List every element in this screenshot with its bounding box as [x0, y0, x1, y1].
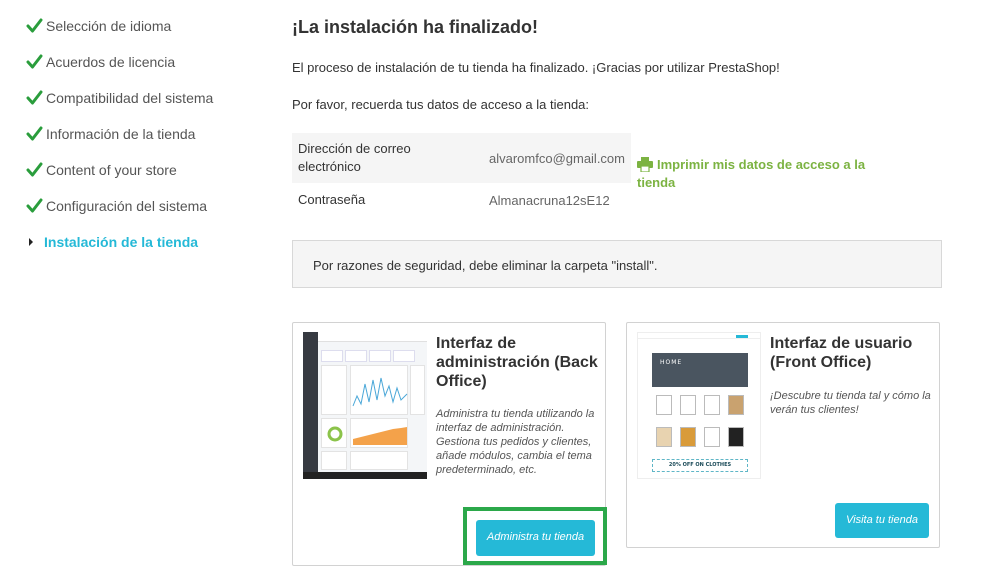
front-office-screenshot: HOME 20% OFF ON CLOTHES	[637, 332, 761, 479]
security-alert: Por razones de seguridad, debe eliminar …	[292, 240, 942, 288]
thumb-hero-text: HOME	[660, 359, 683, 366]
table-row: Dirección de correo electrónico alvaromf…	[292, 133, 631, 183]
step-label: Content of your store	[46, 162, 177, 178]
step-system-config: Configuración del sistema	[26, 188, 266, 224]
table-row: Contraseña Almanacruna12sE12	[292, 183, 631, 217]
installation-steps: Selección de idioma Acuerdos de licencia…	[26, 8, 266, 260]
back-office-title: Interfaz de administración (Back Office)	[436, 335, 598, 390]
step-label: Información de la tienda	[46, 126, 196, 142]
back-office-card: Interfaz de administración (Back Office)…	[292, 322, 607, 566]
step-content: Content of your store	[26, 152, 266, 188]
step-installation-current: Instalación de la tienda	[26, 224, 266, 260]
step-compatibility: Compatibilidad del sistema	[26, 80, 266, 116]
check-icon	[26, 126, 43, 141]
step-label: Compatibilidad del sistema	[46, 90, 214, 106]
credentials-table: Dirección de correo electrónico alvaromf…	[292, 133, 631, 217]
visit-store-button[interactable]: Visita tu tienda	[835, 503, 929, 538]
step-label: Acuerdos de licencia	[46, 54, 176, 70]
front-office-card: HOME 20% OFF ON CLOTHES Interfaz de usua…	[626, 322, 940, 548]
front-office-title: Interfaz de usuario (Front Office)	[770, 335, 913, 371]
step-license: Acuerdos de licencia	[26, 44, 266, 80]
front-office-description: ¡Descubre tu tienda tal y cómo la verán …	[770, 390, 931, 416]
print-link-label: Imprimir mis datos de acceso a la tienda	[637, 157, 866, 190]
caret-right-icon	[26, 238, 44, 246]
check-icon	[26, 198, 43, 213]
email-value: alvaromfco@gmail.com	[488, 150, 625, 166]
step-language: Selección de idioma	[26, 8, 266, 44]
thumb-banner-text: 20% OFF ON CLOTHES	[652, 459, 748, 472]
check-icon	[26, 162, 43, 177]
page-title: ¡La instalación ha finalizado!	[292, 17, 539, 37]
password-value: Almanacruna12sE12	[488, 192, 610, 208]
admin-store-button[interactable]: Administra tu tienda	[476, 520, 595, 556]
back-office-screenshot	[303, 332, 427, 479]
back-office-description: Administra tu tienda utilizando la inter…	[436, 408, 595, 476]
password-label: Contraseña	[298, 192, 366, 207]
check-icon	[26, 90, 43, 105]
step-label: Selección de idioma	[46, 18, 172, 34]
step-label: Instalación de la tienda	[44, 234, 199, 250]
check-icon	[26, 18, 43, 33]
check-icon	[26, 54, 43, 69]
email-label: Dirección de correo electrónico	[298, 141, 411, 174]
step-label: Configuración del sistema	[46, 198, 208, 214]
intro-text: El proceso de instalación de tu tienda h…	[292, 60, 780, 75]
step-store-info: Información de la tienda	[26, 116, 266, 152]
remember-text: Por favor, recuerda tus datos de acceso …	[292, 97, 590, 112]
print-credentials-link[interactable]: Imprimir mis datos de acceso a la tienda	[637, 156, 887, 192]
security-alert-text: Por razones de seguridad, debe eliminar …	[313, 258, 658, 273]
printer-icon	[637, 157, 653, 172]
